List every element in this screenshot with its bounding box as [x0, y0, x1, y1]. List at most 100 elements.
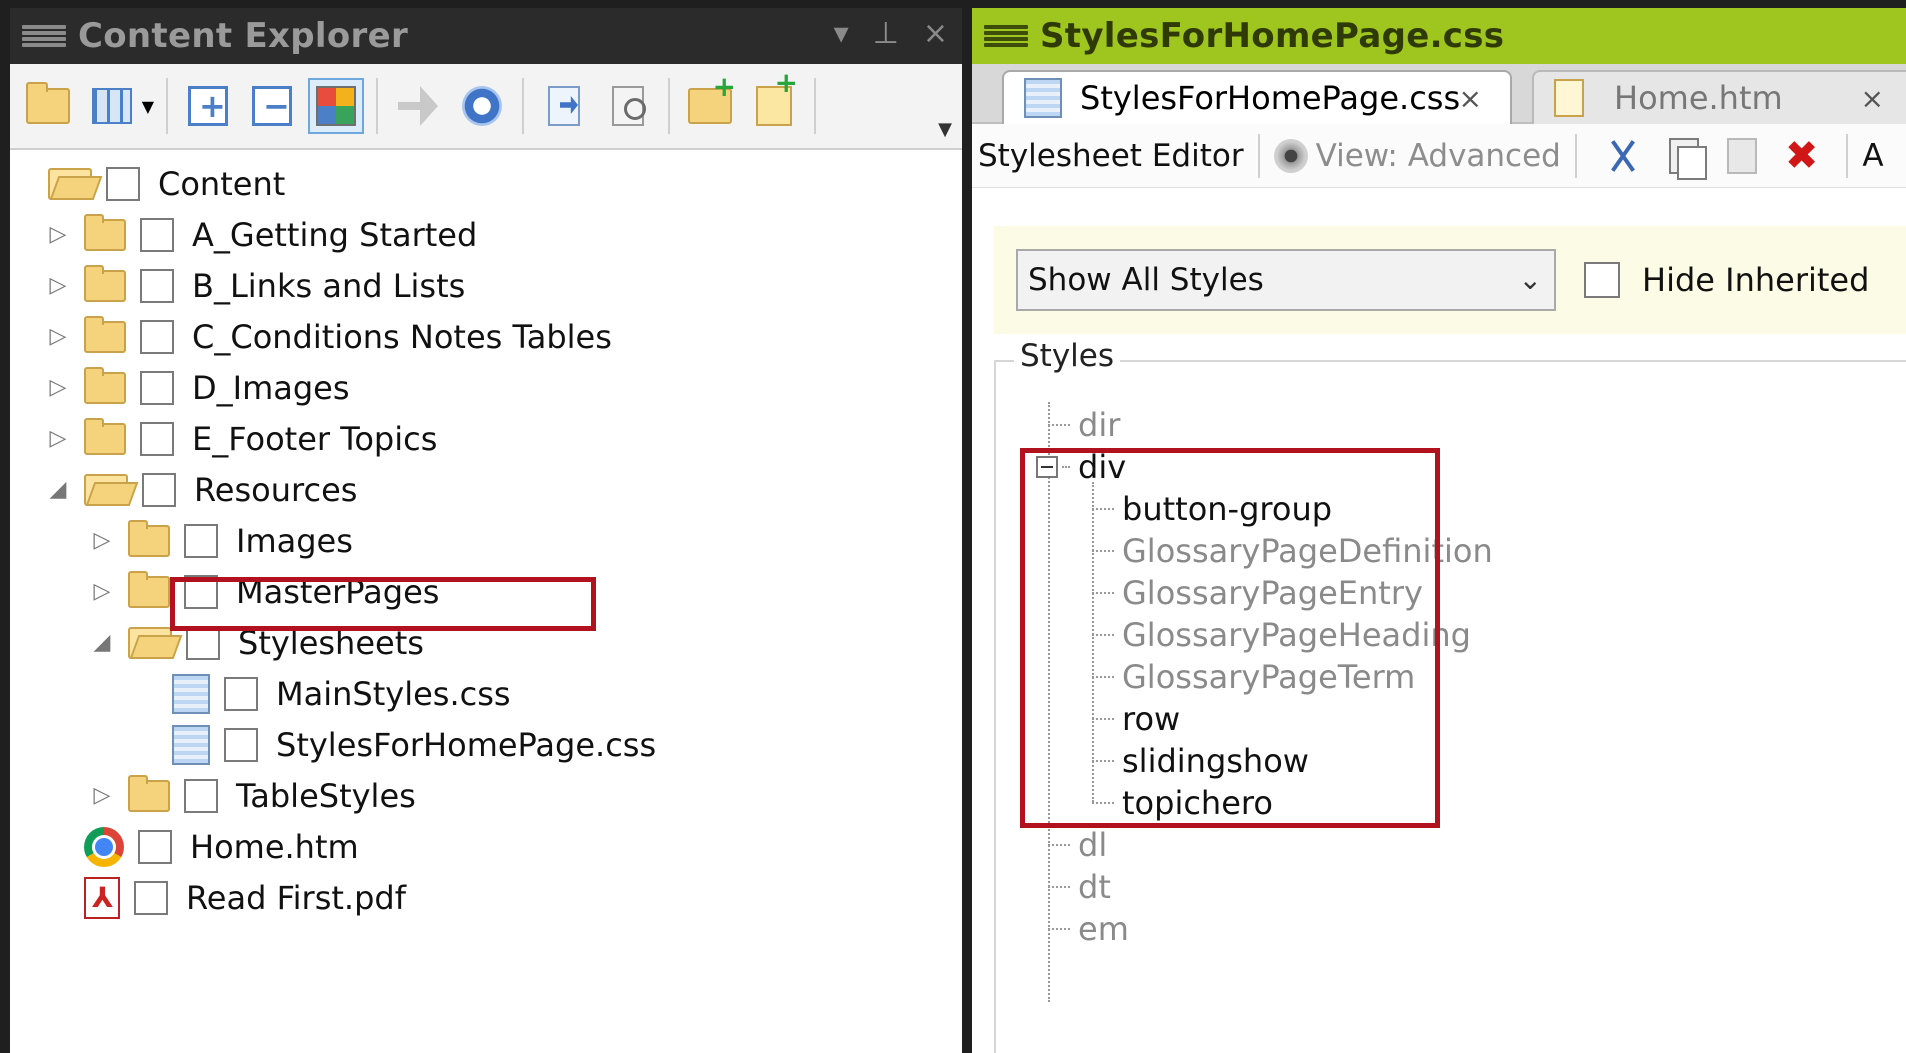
show-colors-button[interactable]: [308, 78, 364, 134]
tree-connector: [1048, 928, 1070, 930]
expand-icon: [188, 86, 228, 126]
style-item[interactable]: dir: [1048, 402, 1120, 448]
tree-item[interactable]: ▷ E_Footer Topics: [10, 413, 962, 464]
expand-arrow-icon[interactable]: ▷: [46, 324, 70, 349]
folder-icon: [84, 213, 126, 251]
paste-button[interactable]: [1726, 137, 1757, 174]
folder-icon: [84, 315, 126, 353]
find-document-button[interactable]: [600, 78, 656, 134]
new-file-button[interactable]: [746, 66, 802, 134]
editor-toolbar: Stylesheet Editor View: Advanced ✖ A: [972, 124, 1906, 188]
open-folder-button[interactable]: [20, 78, 76, 134]
expand-arrow-icon[interactable]: ▷: [46, 375, 70, 400]
delete-button[interactable]: ✖: [1785, 136, 1819, 176]
expand-arrow-icon[interactable]: ▷: [90, 579, 114, 604]
truncated-toolbar-label[interactable]: A: [1862, 138, 1883, 174]
style-item[interactable]: dt: [1048, 864, 1111, 910]
expand-arrow-icon[interactable]: ▷: [46, 273, 70, 298]
expand-arrow-icon[interactable]: ◢: [90, 630, 114, 655]
style-item[interactable]: em: [1048, 906, 1129, 952]
collapse-all-button[interactable]: [244, 78, 300, 134]
folder-icon: [84, 366, 126, 404]
new-file-icon: [756, 66, 798, 126]
chevron-down-icon[interactable]: ▼: [142, 97, 154, 116]
tree-item-label: TableStyles: [236, 776, 416, 815]
toolbar-divider: [1846, 133, 1849, 178]
chrome-icon: [84, 826, 124, 867]
new-folder-button[interactable]: [682, 70, 738, 134]
sync-button[interactable]: [454, 78, 510, 134]
tree-item-checkbox[interactable]: [184, 523, 218, 558]
tree-item-checkbox[interactable]: [142, 472, 176, 507]
menu-icon[interactable]: [22, 21, 66, 51]
tree-item[interactable]: ▷ B_Links and Lists: [10, 260, 962, 311]
style-filter-select[interactable]: Show All Styles ⌄: [1016, 249, 1556, 311]
tree-connector: [1048, 886, 1070, 888]
tree-item-checkbox[interactable]: [140, 319, 174, 354]
copy-button[interactable]: [1668, 137, 1707, 180]
tree-item-checkbox[interactable]: [224, 676, 258, 711]
tree-item[interactable]: ◢ Resources: [10, 464, 962, 515]
dropdown-arrow-icon[interactable]: ▾: [834, 16, 849, 51]
content-tree: Content ▷ A_Getting Started ▷ B_Links and Li…: [10, 150, 962, 923]
tree-item-checkbox[interactable]: [138, 829, 172, 864]
tree-item[interactable]: Content: [10, 158, 962, 209]
style-item[interactable]: dl: [1048, 822, 1107, 868]
view-mode-button[interactable]: ▼: [84, 78, 154, 134]
expand-arrow-icon[interactable]: ◢: [46, 477, 70, 502]
tree-item-checkbox[interactable]: [140, 268, 174, 303]
tree-item[interactable]: ▷ A_Getting Started: [10, 209, 962, 260]
tree-item[interactable]: ▷ C_Conditions Notes Tables: [10, 311, 962, 362]
menu-icon[interactable]: [984, 21, 1028, 51]
view-mode-button[interactable]: View: Advanced: [1273, 138, 1561, 174]
style-item-label: dir: [1078, 406, 1121, 444]
expand-arrow-icon[interactable]: ▷: [90, 783, 114, 808]
tree-item[interactable]: Home.htm: [10, 821, 962, 872]
expand-arrow-icon[interactable]: ▷: [90, 528, 114, 553]
tree-item[interactable]: StylesForHomePage.css: [10, 719, 962, 770]
tree-item-checkbox[interactable]: [184, 778, 218, 813]
highlight-box: [1020, 448, 1440, 828]
tree-item-label: B_Links and Lists: [192, 266, 466, 305]
expand-arrow-icon[interactable]: ▷: [46, 222, 70, 247]
move-button[interactable]: [390, 78, 446, 134]
close-tab-icon[interactable]: ×: [1861, 82, 1884, 115]
tree-item-checkbox[interactable]: [106, 166, 140, 201]
folder-icon: [128, 774, 170, 812]
folder-icon: [84, 264, 126, 302]
tree-item-checkbox[interactable]: [224, 727, 258, 762]
tab-home-htm[interactable]: Home.htm ×: [1532, 70, 1906, 124]
tree-item-checkbox[interactable]: [134, 880, 168, 915]
open-document-button[interactable]: [536, 78, 592, 134]
close-icon[interactable]: ×: [923, 16, 948, 51]
tree-item-checkbox[interactable]: [140, 370, 174, 405]
tab-label: Home.htm: [1614, 79, 1783, 117]
folder-open-icon: [48, 167, 92, 200]
styles-group: Styles dir div button-group GlossaryPageDef…: [994, 338, 1906, 1053]
content-explorer-panel: Content Explorer ▾ ⊥ × ▼ ▼ Content ▷ A_Get…: [10, 8, 962, 1053]
hide-inherited-checkbox[interactable]: [1584, 262, 1620, 298]
tree-connector: [1048, 844, 1070, 846]
tab-stylesforhomepage[interactable]: StylesForHomePage.css ×: [1002, 70, 1512, 124]
pin-icon[interactable]: ⊥: [873, 16, 899, 51]
expand-all-button[interactable]: [180, 78, 236, 134]
tree-item-label: D_Images: [192, 368, 350, 407]
folder-open-icon: [128, 626, 172, 659]
close-tab-icon[interactable]: ×: [1459, 82, 1482, 115]
tree-item[interactable]: ▷ Images: [10, 515, 962, 566]
tree-item[interactable]: Read First.pdf: [10, 872, 962, 923]
toolbar-overflow-icon[interactable]: ▼: [938, 119, 952, 140]
style-item-label: dt: [1078, 868, 1111, 906]
tree-item[interactable]: MainStyles.css: [10, 668, 962, 719]
tree-item[interactable]: ▷ D_Images: [10, 362, 962, 413]
expand-arrow-icon[interactable]: ▷: [46, 426, 70, 451]
tree-item-checkbox[interactable]: [140, 421, 174, 456]
pdf-icon: [84, 876, 120, 919]
chevron-down-icon: ⌄: [1518, 263, 1542, 296]
tree-item-checkbox[interactable]: [140, 217, 174, 252]
css-file-icon: [172, 724, 210, 765]
cut-button[interactable]: [1605, 138, 1641, 174]
tree-item-label: Resources: [194, 470, 358, 509]
tree-item[interactable]: ▷ TableStyles: [10, 770, 962, 821]
css-file-icon: [1024, 78, 1062, 118]
